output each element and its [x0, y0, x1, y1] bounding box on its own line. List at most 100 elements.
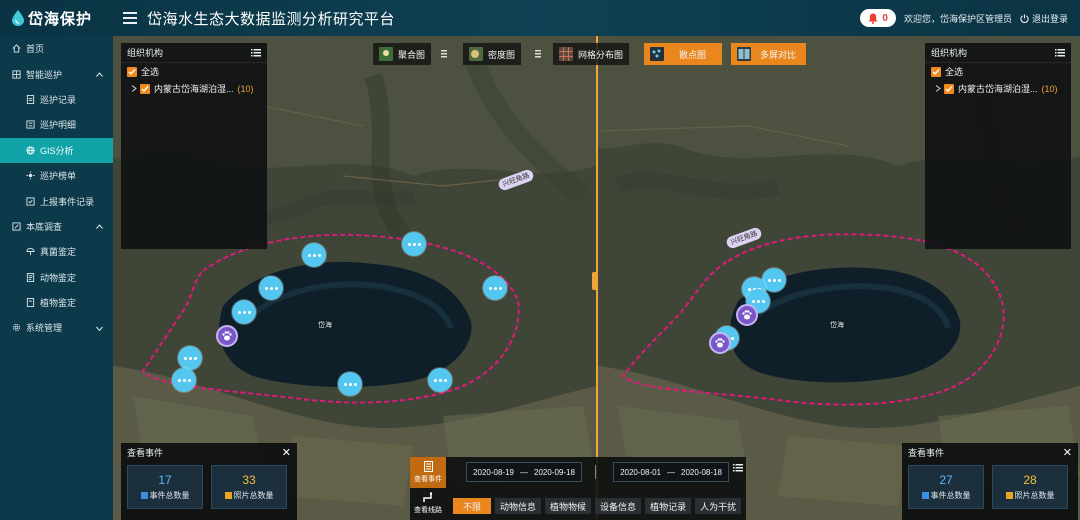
photo-total-label: 照片总数量 [233, 491, 274, 500]
cluster-marker[interactable] [402, 232, 426, 256]
paw-icon [742, 310, 752, 320]
cluster-map-button[interactable]: 聚合图 [373, 43, 432, 65]
lake-label: 岱海 [830, 322, 844, 329]
sidebar-item-label: 植物鉴定 [40, 298, 77, 309]
sidebar-item-baseline-survey[interactable]: 本底调查 [0, 214, 113, 239]
org-panel-right: 组织机构 全选 内蒙古岱海湖泊湿... (10) [925, 43, 1071, 249]
map-area[interactable]: 兴旺角路 岱海 组织机构 全选 内蒙古岱海湖泊湿... (10) 查看事件 ✕ … [113, 36, 1080, 520]
event-icon [140, 492, 148, 499]
tab-view-routes[interactable]: 查看线路 [410, 488, 446, 519]
scatter-map-label: 散点图 [679, 49, 707, 60]
sidebar-item-patrol-ranking[interactable]: 巡护榜单 [0, 163, 113, 188]
filter-human-disturbance[interactable]: 人为干扰 [695, 498, 742, 514]
grid-map-button[interactable]: 网格分布图 [553, 43, 630, 65]
caret-right-icon[interactable] [131, 85, 137, 92]
sidebar-item-plant-id[interactable]: 植物鉴定 [0, 290, 113, 315]
right-date-range[interactable]: 2020-08-01 — 2020-08-18 [613, 462, 729, 482]
animal-paw-marker[interactable] [216, 325, 238, 347]
left-end-date: 2020-09-18 [534, 467, 575, 477]
logo-text: 岱海保护 [28, 10, 93, 28]
event-panel-title: 查看事件 [908, 447, 945, 458]
list-icon[interactable] [733, 464, 743, 472]
animal-paw-marker[interactable] [709, 332, 731, 354]
alert-button[interactable]: 0 [860, 9, 896, 27]
event-panel-left: 查看事件 ✕ 17 事件总数量 33 照片总数量 [121, 443, 297, 520]
sidebar-item-label: 动物鉴定 [40, 272, 77, 283]
globe-icon [26, 146, 35, 155]
check-icon [945, 85, 953, 92]
tab-view-events-label: 查看事件 [414, 476, 442, 483]
sidebar-item-gis-analysis[interactable]: GIS分析 [0, 137, 113, 163]
sidebar-item-patrol-records[interactable]: 巡护记录 [0, 87, 113, 112]
filter-plant[interactable]: 植物记录 [645, 498, 692, 514]
org-checkbox[interactable] [944, 83, 954, 94]
timeline-bar: 查看事件 查看线路 2020-08-19 — 2020-09-18 2020-0… [410, 457, 746, 520]
filter-phenology[interactable]: 植物物候 [545, 498, 592, 514]
fungus-icon [26, 248, 35, 256]
filter-animal[interactable]: 动物信息 [495, 498, 542, 514]
cluster-marker[interactable] [172, 368, 196, 392]
menu-toggle-icon[interactable] [123, 12, 137, 24]
cluster-marker[interactable] [178, 346, 202, 370]
sidebar-item-home[interactable]: 首页 [0, 36, 113, 61]
close-icon[interactable]: ✕ [1063, 446, 1072, 459]
sidebar-item-label: 巡护记录 [40, 94, 77, 105]
photo-total-card: 28 照片总数量 [992, 465, 1068, 509]
sidebar-item-animal-id[interactable]: 动物鉴定 [0, 265, 113, 290]
sidebar-item-smart-patrol[interactable]: 智能巡护 [0, 61, 113, 86]
grid-map-label: 网格分布图 [578, 49, 624, 60]
chevron-down-icon [96, 326, 103, 331]
photo-total-card: 33 照片总数量 [211, 465, 287, 509]
select-all-row[interactable]: 全选 [121, 63, 267, 80]
scatter-map-button[interactable]: 散点图 [644, 43, 723, 65]
select-all-checkbox[interactable] [931, 66, 941, 77]
cluster-marker[interactable] [232, 300, 256, 324]
tab-view-events[interactable]: 查看事件 [410, 457, 446, 488]
org-tree-item[interactable]: 内蒙古岱海湖泊湿... (10) [925, 80, 1071, 97]
photo-icon [1005, 492, 1013, 499]
top-header: 岱海保护 岱海水生态大数据监测分析研究平台 0 欢迎您，岱海保护区管理员 退出登… [0, 0, 1080, 36]
select-all-row[interactable]: 全选 [925, 63, 1071, 80]
grid-map-icon [559, 47, 573, 61]
paw-icon [222, 331, 232, 341]
density-map-button[interactable]: 密度图 [463, 43, 522, 65]
left-map[interactable]: 兴旺角路 岱海 组织机构 全选 内蒙古岱海湖泊湿... (10) 查看事件 ✕ … [113, 36, 596, 520]
split-screen-button[interactable]: 多屏对比 [731, 43, 807, 65]
cluster-marker[interactable] [302, 243, 326, 267]
sidebar-item-patrol-detail[interactable]: 巡护明细 [0, 112, 113, 137]
filter-device[interactable]: 设备信息 [595, 498, 642, 514]
cluster-marker[interactable] [338, 372, 362, 396]
org-tree-item[interactable]: 内蒙古岱海湖泊湿... (10) [121, 80, 267, 97]
plant-icon [26, 298, 35, 308]
sidebar-item-system-admin[interactable]: 系统管理 [0, 315, 113, 340]
close-icon[interactable]: ✕ [282, 446, 291, 459]
sidebar-item-label: GIS分析 [40, 145, 74, 156]
right-map[interactable]: 兴旺角路 岱海 组织机构 全选 内蒙古岱海湖泊湿... (10) 查看事件 ✕ … [598, 36, 1080, 520]
separator-icon [441, 50, 447, 58]
cluster-marker[interactable] [259, 276, 283, 300]
animal-icon [26, 272, 35, 282]
sidebar-item-fungus-id[interactable]: 真菌鉴定 [0, 239, 113, 264]
sidebar-item-label: 本底调查 [26, 221, 63, 232]
select-all-checkbox[interactable] [127, 66, 137, 77]
logout-button[interactable]: 退出登录 [1020, 12, 1068, 25]
caret-right-icon[interactable] [935, 85, 941, 92]
org-checkbox[interactable] [140, 83, 150, 94]
sidebar-item-label: 巡护榜单 [40, 171, 77, 182]
org-panel-left: 组织机构 全选 内蒙古岱海湖泊湿... (10) [121, 43, 267, 249]
event-total-card: 27 事件总数量 [908, 465, 984, 509]
tab-view-routes-label: 查看线路 [414, 507, 442, 514]
animal-paw-marker[interactable] [736, 304, 758, 326]
filter-all[interactable]: 不限 [453, 498, 492, 514]
cluster-marker[interactable] [483, 276, 507, 300]
event-total-label: 事件总数量 [149, 491, 190, 500]
survey-icon [12, 222, 21, 231]
document-icon [423, 461, 433, 472]
sidebar-item-label: 首页 [26, 44, 45, 55]
sidebar-item-event-reports[interactable]: 上报事件记录 [0, 188, 113, 213]
date-dash: — [667, 467, 675, 477]
cluster-marker[interactable] [428, 368, 452, 392]
list-icon[interactable] [251, 48, 261, 57]
left-date-range[interactable]: 2020-08-19 — 2020-09-18 [466, 462, 582, 482]
list-icon[interactable] [1055, 48, 1065, 57]
